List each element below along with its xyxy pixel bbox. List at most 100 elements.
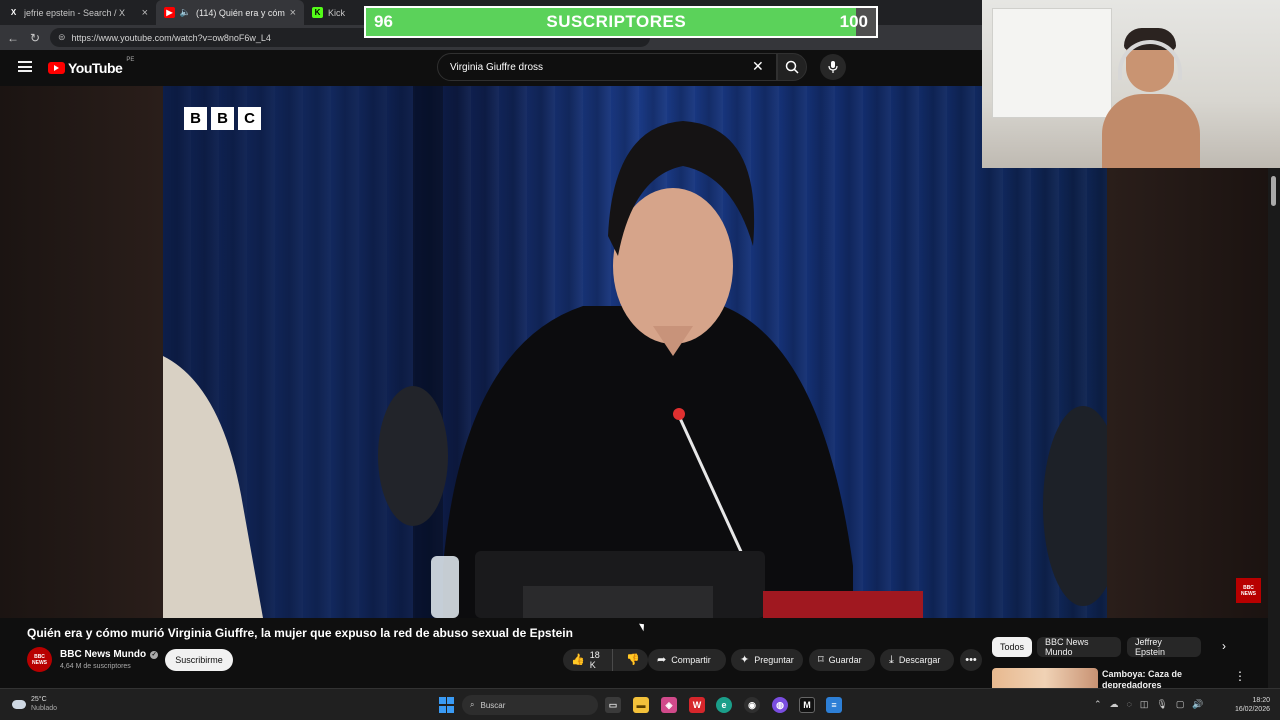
tab-title: (114) Quién era y cómo murió [196, 7, 285, 18]
voice-search-button[interactable] [820, 54, 846, 80]
like-count: 18 K [589, 650, 600, 670]
close-tab-icon[interactable]: × [290, 7, 296, 19]
thumbs-up-icon: 👍 [571, 653, 585, 666]
youtube-favicon-icon: ▶ [164, 7, 175, 18]
channel-avatar[interactable]: BBC NEWS [27, 647, 52, 672]
bookmark-icon: ⌑ [818, 653, 824, 666]
chevron-right-icon[interactable]: › [1222, 639, 1226, 653]
kick-logo-icon: K [312, 7, 323, 18]
dislike-button[interactable]: 👎 [618, 653, 648, 666]
share-button[interactable]: ➦ Compartir [648, 649, 726, 671]
share-label: Compartir [671, 655, 711, 665]
hamburger-menu-icon[interactable] [18, 61, 32, 72]
chevron-up-icon[interactable]: ⌃ [1094, 699, 1102, 710]
download-icon: ⤓ [889, 653, 894, 666]
microphone-icon [828, 61, 838, 73]
thumbs-down-icon: 👎 [626, 653, 640, 666]
video-player[interactable]: B B C [163, 86, 1107, 618]
save-label: Guardar [828, 655, 862, 665]
download-button[interactable]: ⤓ Descargar [880, 649, 954, 671]
site-info-icon[interactable]: ⊜ [58, 32, 66, 43]
ask-label: Preguntar [754, 655, 794, 665]
ambient-background-left [0, 86, 163, 618]
notepad-app-icon[interactable]: ≡ [826, 697, 842, 713]
tab-youtube-video[interactable]: ▶ 🔈 (114) Quién era y cómo murió × [156, 0, 304, 25]
like-dislike-group: 👍 18 K 👎 [563, 649, 648, 671]
search-query: Virginia Giuffre dross [450, 61, 544, 73]
search-button[interactable] [777, 53, 807, 81]
tab-kick[interactable]: K Kick [304, 0, 358, 25]
chip-bbc-news-mundo[interactable]: BBC News Mundo [1037, 637, 1121, 657]
channel-name-link[interactable]: BBC News Mundo ✓ [60, 649, 159, 660]
windows-taskbar: 25°C Nublado ⌕ Buscar ▭ ▬ ◈ W e ◉ ◍ M ≡ … [0, 688, 1280, 720]
cloud-sync-icon[interactable]: ☁ [1110, 699, 1119, 710]
system-clock[interactable]: 18:20 16/02/2026 [1226, 696, 1270, 714]
tab-title: Kick [328, 7, 346, 18]
search-icon: ⌕ [470, 700, 475, 709]
more-vertical-icon[interactable]: ⋮ [1234, 669, 1246, 683]
webcam-overlay [982, 0, 1280, 168]
clear-search-icon[interactable]: ✕ [752, 58, 764, 75]
microphone-icon[interactable]: 🎙 [1156, 699, 1167, 710]
subscriber-count: 4,64 M de suscriptores [60, 663, 131, 670]
back-arrow-icon[interactable]: ← [6, 31, 20, 45]
goal-current-count: 96 [374, 12, 393, 31]
more-actions-button[interactable]: ••• [960, 649, 982, 671]
more-horizontal-icon: ••• [965, 653, 977, 666]
windows-start-icon[interactable] [438, 697, 454, 713]
weather-temperature: 25°C [31, 696, 47, 703]
download-label: Descargar [898, 655, 941, 665]
cloud-icon [12, 699, 26, 709]
ask-button[interactable]: ✦ Preguntar [731, 649, 803, 671]
display-icon[interactable]: ▢ [1176, 699, 1185, 710]
app-tray-icon[interactable]: ◌ [1127, 699, 1132, 710]
chip-jeffrey-epstein[interactable]: Jeffrey Epstein [1127, 637, 1201, 657]
video-title: Quién era y cómo murió Virginia Giuffre,… [27, 626, 573, 640]
youtube-logo[interactable]: YouTube PE [48, 57, 134, 76]
speaker-icon[interactable]: 🔈 [180, 7, 191, 18]
task-view-icon[interactable]: ▭ [605, 697, 621, 713]
weather-description: Nublado [31, 705, 58, 712]
weather-widget[interactable]: 25°C Nublado [12, 695, 57, 713]
edge-browser-icon[interactable]: e [716, 697, 732, 713]
security-icon[interactable]: ◫ [1140, 699, 1149, 710]
close-tab-icon[interactable]: × [142, 7, 148, 19]
bbc-watermark-logo: B B C [184, 107, 261, 130]
search-input[interactable]: Virginia Giuffre dross [437, 53, 777, 81]
bbc-news-badge: BBC NEWS [1236, 578, 1261, 603]
bbc-letter: C [238, 107, 261, 130]
speaker-figure [163, 86, 1107, 618]
goal-target-count: 100 [839, 12, 868, 31]
messaging-app-icon[interactable]: ◍ [772, 697, 788, 713]
clock-date: 16/02/2026 [1234, 706, 1270, 713]
mouse-cursor-icon [639, 621, 647, 632]
recommended-video-title[interactable]: Camboya: Caza de depredadores [1102, 669, 1212, 688]
verified-check-icon: ✓ [150, 650, 159, 659]
tab-x-search[interactable]: X jefrie epstein - Search / X × [0, 0, 156, 25]
url-text: https://www.youtube.com/watch?v=ow8noF6w… [71, 32, 271, 43]
reload-icon[interactable]: ↻ [28, 31, 42, 45]
x-logo-icon: X [10, 8, 17, 17]
bbc-letter: B [184, 107, 207, 130]
chip-all[interactable]: Todos [992, 637, 1032, 657]
taskbar-search[interactable]: ⌕ Buscar [462, 695, 598, 715]
photos-app-icon[interactable]: ◈ [661, 697, 677, 713]
webcam-background-window [992, 8, 1112, 118]
red-app-icon[interactable]: W [689, 697, 705, 713]
chrome-browser-icon[interactable]: ◉ [744, 697, 760, 713]
scrollbar-thumb[interactable] [1271, 176, 1276, 206]
youtube-play-icon [48, 62, 65, 74]
editor-app-icon[interactable]: M [799, 697, 815, 713]
subscriber-goal-bar: 96 SUSCRIPTORES 100 [364, 6, 878, 38]
like-button[interactable]: 👍 18 K [563, 649, 614, 671]
save-button[interactable]: ⌑ Guardar [809, 649, 875, 671]
subscribe-button[interactable]: Suscribirme [165, 649, 233, 671]
page-scrollbar[interactable] [1268, 168, 1280, 688]
file-explorer-icon[interactable]: ▬ [633, 697, 649, 713]
volume-icon[interactable]: 🔊 [1192, 699, 1203, 710]
goal-label: SUSCRIPTORES [546, 12, 687, 31]
recommended-video-thumbnail[interactable] [992, 668, 1098, 688]
channel-name: BBC News Mundo [60, 649, 147, 660]
system-tray: ⌃ ☁ ◌ ◫ 🎙 ▢ 🔊 [1094, 699, 1204, 710]
share-arrow-icon: ➦ [657, 653, 667, 666]
